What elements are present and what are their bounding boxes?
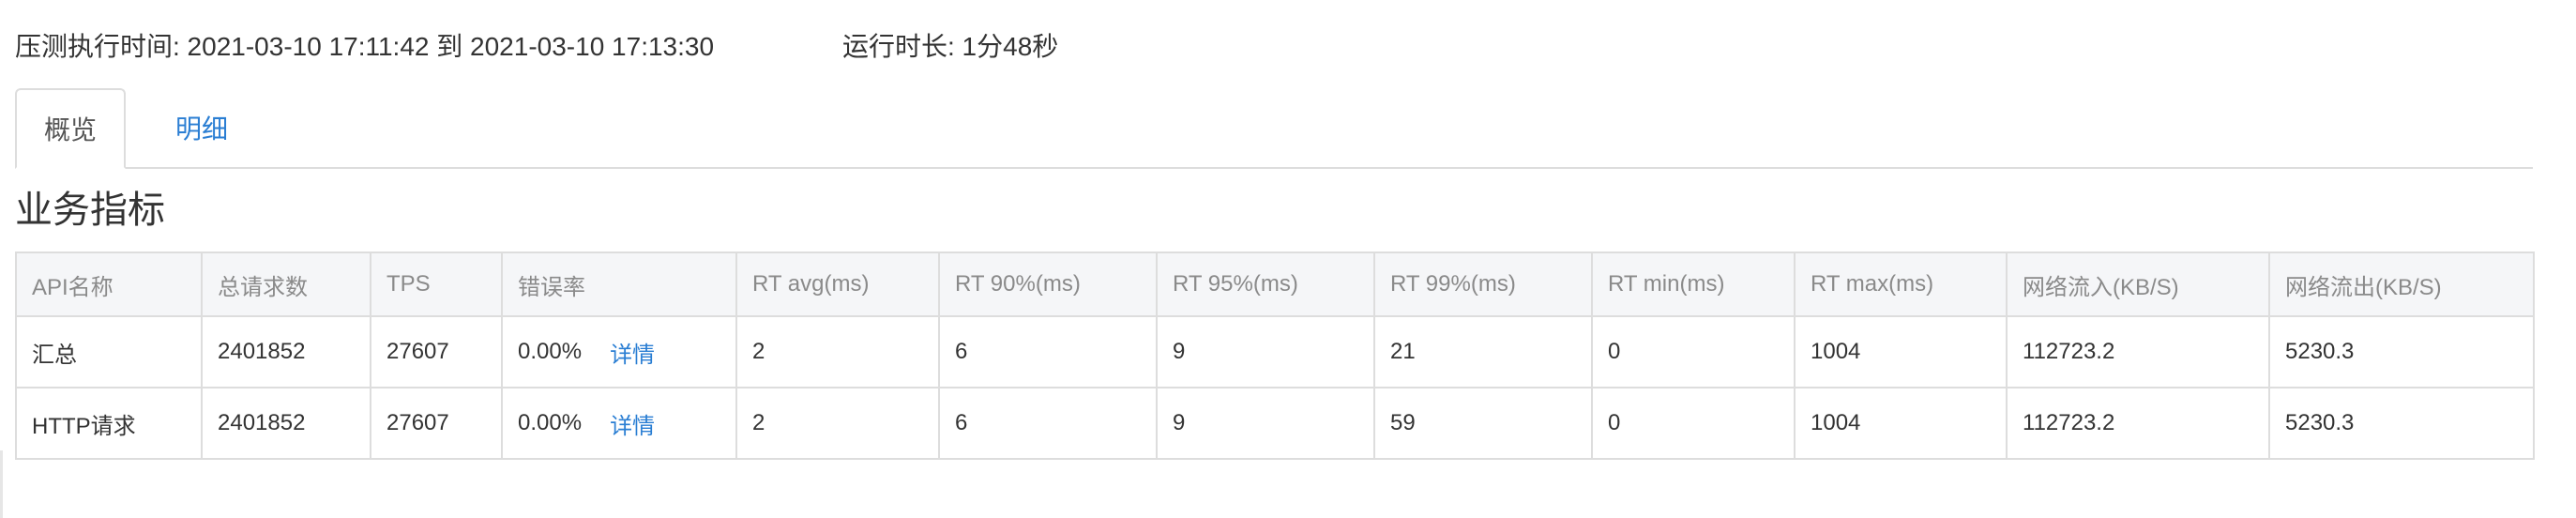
run-info: 压测执行时间: 2021-03-10 17:11:42 到 2021-03-10…	[15, 24, 1058, 66]
cell-tps: 27607	[370, 315, 503, 388]
table-row: HTTP请求 2401852 27607 0.00% 详情 2 6 9 59 0…	[15, 387, 2535, 460]
error-detail-link[interactable]: 详情	[610, 336, 655, 369]
cell-error-rate: 0.00% 详情	[501, 315, 737, 388]
cell-rt-95: 9	[1156, 315, 1375, 388]
col-rt-99: RT 99%(ms)	[1373, 251, 1593, 317]
col-total-requests: 总请求数	[201, 251, 371, 317]
col-rt-95: RT 95%(ms)	[1156, 251, 1375, 317]
cell-rt-avg: 2	[735, 387, 940, 460]
col-net-in: 网络流入(KB/S)	[2006, 251, 2270, 317]
cell-rt-max: 1004	[1794, 387, 2008, 460]
cell-rt-95: 9	[1156, 387, 1375, 460]
col-rt-max: RT max(ms)	[1794, 251, 2008, 317]
tab-details[interactable]: 明细	[146, 88, 257, 167]
tab-overview[interactable]: 概览	[15, 88, 126, 169]
cell-tps: 27607	[370, 387, 503, 460]
cell-net-out: 5230.3	[2268, 315, 2535, 388]
cell-rt-min: 0	[1591, 315, 1796, 388]
col-rt-avg: RT avg(ms)	[735, 251, 940, 317]
cell-rt-max: 1004	[1794, 315, 2008, 388]
col-error-rate: 错误率	[501, 251, 737, 317]
metrics-table: API名称 总请求数 TPS 错误率 RT avg(ms) RT 90%(ms)…	[15, 251, 2535, 460]
cell-rt-99: 21	[1373, 315, 1593, 388]
left-divider	[0, 450, 3, 518]
cell-api-name: 汇总	[15, 315, 203, 388]
cell-rt-min: 0	[1591, 387, 1796, 460]
run-time-range: 压测执行时间: 2021-03-10 17:11:42 到 2021-03-10…	[15, 32, 715, 61]
tab-bar: 概览 明细	[15, 88, 2533, 169]
col-rt-90: RT 90%(ms)	[938, 251, 1158, 317]
report-page: 压测执行时间: 2021-03-10 17:11:42 到 2021-03-10…	[0, 0, 2576, 518]
error-rate-value: 0.00%	[518, 339, 583, 364]
col-api-name: API名称	[15, 251, 203, 317]
cell-api-name: HTTP请求	[15, 387, 203, 460]
cell-total-requests: 2401852	[201, 315, 371, 388]
section-title: 业务指标	[15, 190, 165, 231]
cell-total-requests: 2401852	[201, 387, 371, 460]
cell-rt-99: 59	[1373, 387, 1593, 460]
error-detail-link[interactable]: 详情	[610, 407, 655, 440]
cell-rt-90: 6	[938, 387, 1158, 460]
cell-net-in: 112723.2	[2006, 387, 2270, 460]
cell-rt-90: 6	[938, 315, 1158, 388]
col-rt-min: RT min(ms)	[1591, 251, 1796, 317]
cell-error-rate: 0.00% 详情	[501, 387, 737, 460]
error-rate-value: 0.00%	[518, 410, 583, 435]
cell-net-in: 112723.2	[2006, 315, 2270, 388]
col-tps: TPS	[370, 251, 503, 317]
cell-rt-avg: 2	[735, 315, 940, 388]
run-duration: 运行时长: 1分48秒	[842, 32, 1059, 61]
col-net-out: 网络流出(KB/S)	[2268, 251, 2535, 317]
cell-net-out: 5230.3	[2268, 387, 2535, 460]
table-row: 汇总 2401852 27607 0.00% 详情 2 6 9 21 0 100…	[15, 315, 2535, 388]
table-header-row: API名称 总请求数 TPS 错误率 RT avg(ms) RT 90%(ms)…	[15, 251, 2535, 317]
